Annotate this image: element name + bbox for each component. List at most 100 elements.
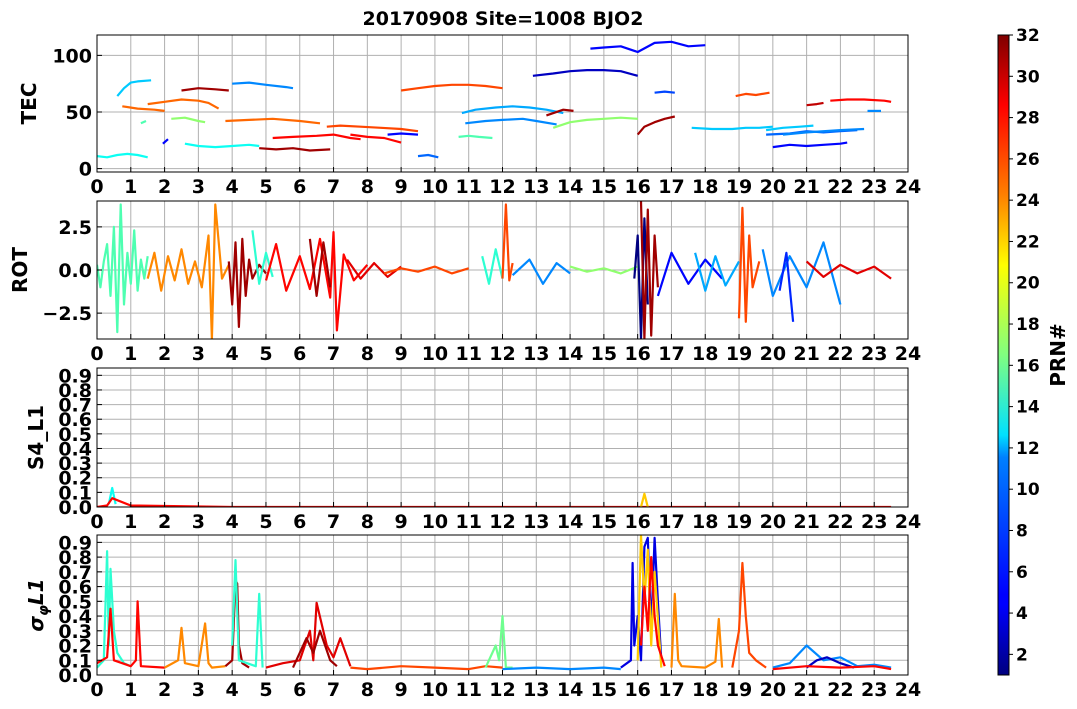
- series-line-prn-26: [400, 83, 503, 92]
- x-tick-label: 11: [455, 679, 481, 701]
- x-tick-label: 15: [591, 679, 617, 701]
- x-tick-label: 17: [658, 511, 684, 533]
- x-tick-label: 9: [395, 511, 408, 533]
- x-tick-label: 16: [624, 511, 650, 533]
- series-line-prn-13: [97, 152, 148, 159]
- x-tick-label: 21: [793, 343, 819, 365]
- x-tick-label: 2: [158, 343, 171, 365]
- colorbar-tick-label: 30: [1016, 67, 1040, 87]
- x-tick-label: 19: [726, 679, 752, 701]
- x-tick-label: 0: [90, 679, 103, 701]
- x-tick-label: 20: [760, 343, 786, 365]
- x-tick-label: 24: [895, 679, 921, 701]
- colorbar-tick-label: 12: [1016, 439, 1040, 459]
- series-line-prn-9: [502, 666, 621, 671]
- x-tick-label: 22: [827, 176, 853, 198]
- series-line-prn-7: [654, 90, 675, 94]
- x-tick-label: 1: [124, 176, 137, 198]
- x-tick-label: 2: [158, 176, 171, 198]
- series-line-prn-17: [552, 116, 638, 129]
- colorbar-tick-label: 4: [1016, 604, 1028, 624]
- series-line-prn-26: [737, 206, 761, 323]
- colorbar-tick-label: 22: [1016, 232, 1040, 252]
- x-tick-label: 3: [192, 343, 205, 365]
- x-tick-label: 20: [760, 679, 786, 701]
- panel-sigma_phi_l1: 0 1 2 3 4 5 6 7 8 9 10 11 12 13 14 15 16 17 18 19 20 21 22 23 24…: [24, 532, 921, 701]
- colorbar-tick-label: 8: [1016, 521, 1028, 541]
- x-tick-label: 19: [726, 511, 752, 533]
- series-line-prn-9: [232, 81, 294, 90]
- series-line-prn-29: [346, 258, 402, 280]
- x-tick-label: 20: [760, 511, 786, 533]
- colorbar-gradient: [997, 34, 1010, 676]
- x-tick-label: 5: [259, 343, 272, 365]
- x-tick-label: 6: [293, 176, 306, 198]
- x-tick-label: 16: [624, 176, 650, 198]
- x-tick-label: 10: [422, 679, 448, 701]
- panel-tec: 0 1 2 3 4 5 6 7 8 9 10 11 12 13 14 15 16 17 18 19 20 21 22 23 24…: [17, 34, 921, 198]
- series-line-prn-14: [251, 230, 274, 285]
- series-line-prn-28: [264, 231, 369, 332]
- x-tick-label: 12: [489, 511, 515, 533]
- y-tick-label: 50: [66, 102, 92, 124]
- series-line-prn-28: [830, 98, 892, 103]
- grid: [96, 535, 909, 676]
- x-tick-label: 12: [489, 679, 515, 701]
- x-tick-label: 2: [158, 511, 171, 533]
- series-line-prn-26: [735, 91, 770, 98]
- x-tick-label: 19: [726, 343, 752, 365]
- panel-rot: 0 1 2 3 4 5 6 7 8 9 10 11 12 13 14 15 16 17 18 19 20 21 22 23 24…: [8, 200, 921, 365]
- series-line-prn-5: [656, 251, 723, 297]
- x-tick-label: 9: [395, 176, 408, 198]
- colorbar-tick-label: 28: [1016, 109, 1040, 129]
- series-line-prn-24: [146, 203, 230, 339]
- series-line-prn-3: [532, 68, 638, 77]
- x-tick-label: 15: [591, 343, 617, 365]
- x-tick-label: 21: [793, 511, 819, 533]
- x-tick-label: 14: [557, 176, 583, 198]
- series-line-prn-11: [116, 79, 152, 97]
- series-line-prn-9: [465, 117, 557, 126]
- x-tick-label: 12: [489, 343, 515, 365]
- series-line-prn-11: [691, 125, 773, 131]
- x-tick-label: 6: [293, 679, 306, 701]
- colorbar-tick-label: 16: [1016, 356, 1040, 376]
- series-line-prn-17: [171, 116, 206, 124]
- series-line-prn-26: [350, 665, 503, 671]
- colorbar-tick-label: 18: [1016, 315, 1040, 335]
- x-tick-label: 1: [124, 679, 137, 701]
- x-tick-label: 9: [395, 343, 408, 365]
- series-line-prn-26: [326, 124, 419, 133]
- series-group: [97, 535, 892, 671]
- series-line-prn-26: [731, 561, 767, 669]
- x-tick-label: 17: [658, 176, 684, 198]
- series-group: [97, 40, 892, 159]
- series-group: [97, 486, 892, 507]
- series-line-prn-5: [162, 138, 169, 145]
- x-tick-label: 9: [395, 679, 408, 701]
- x-tick-label: 1: [124, 511, 137, 533]
- series-line-prn-9: [772, 644, 892, 669]
- x-tick-label: 19: [726, 176, 752, 198]
- x-tick-label: 12: [489, 176, 515, 198]
- x-tick-label: 23: [861, 343, 887, 365]
- x-tick-label: 10: [422, 176, 448, 198]
- x-tick-label: 15: [591, 511, 617, 533]
- x-tick-label: 7: [327, 511, 340, 533]
- x-tick-label: 2: [158, 679, 171, 701]
- y-tick-label: 0.9: [58, 365, 92, 387]
- x-tick-label: 23: [861, 176, 887, 198]
- x-tick-label: 14: [557, 511, 583, 533]
- colorbar-tick-label: 26: [1016, 150, 1040, 170]
- x-tick-label: 5: [259, 679, 272, 701]
- x-tick-label: 23: [861, 511, 887, 533]
- x-tick-label: 18: [692, 176, 718, 198]
- series-line-prn-25: [122, 105, 165, 112]
- panel-s4_l1: 0 1 2 3 4 5 6 7 8 9 10 11 12 13 14 15 16 17 18 19 20 21 22 23 24…: [24, 365, 921, 533]
- x-tick-label: 11: [455, 176, 481, 198]
- x-tick-label: 6: [293, 343, 306, 365]
- x-tick-label: 4: [226, 343, 239, 365]
- colorbar: 2468101214161820222426283032 PRN#: [997, 26, 1070, 676]
- x-tick-label: 24: [895, 511, 921, 533]
- x-tick-label: 0: [90, 343, 103, 365]
